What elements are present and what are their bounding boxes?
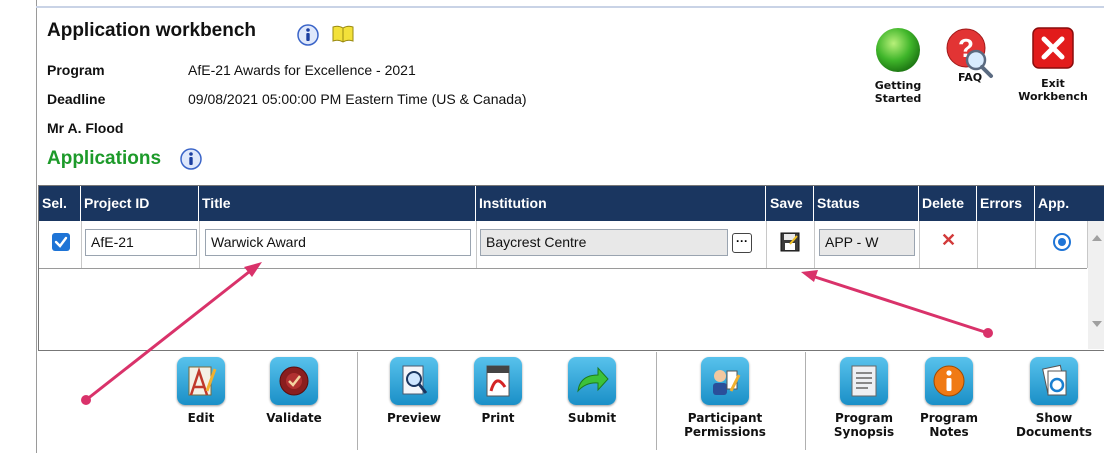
annotation-arrow-title [81,262,262,405]
annotation-arrow-save [801,270,993,338]
annotation-overlay [81,262,993,405]
